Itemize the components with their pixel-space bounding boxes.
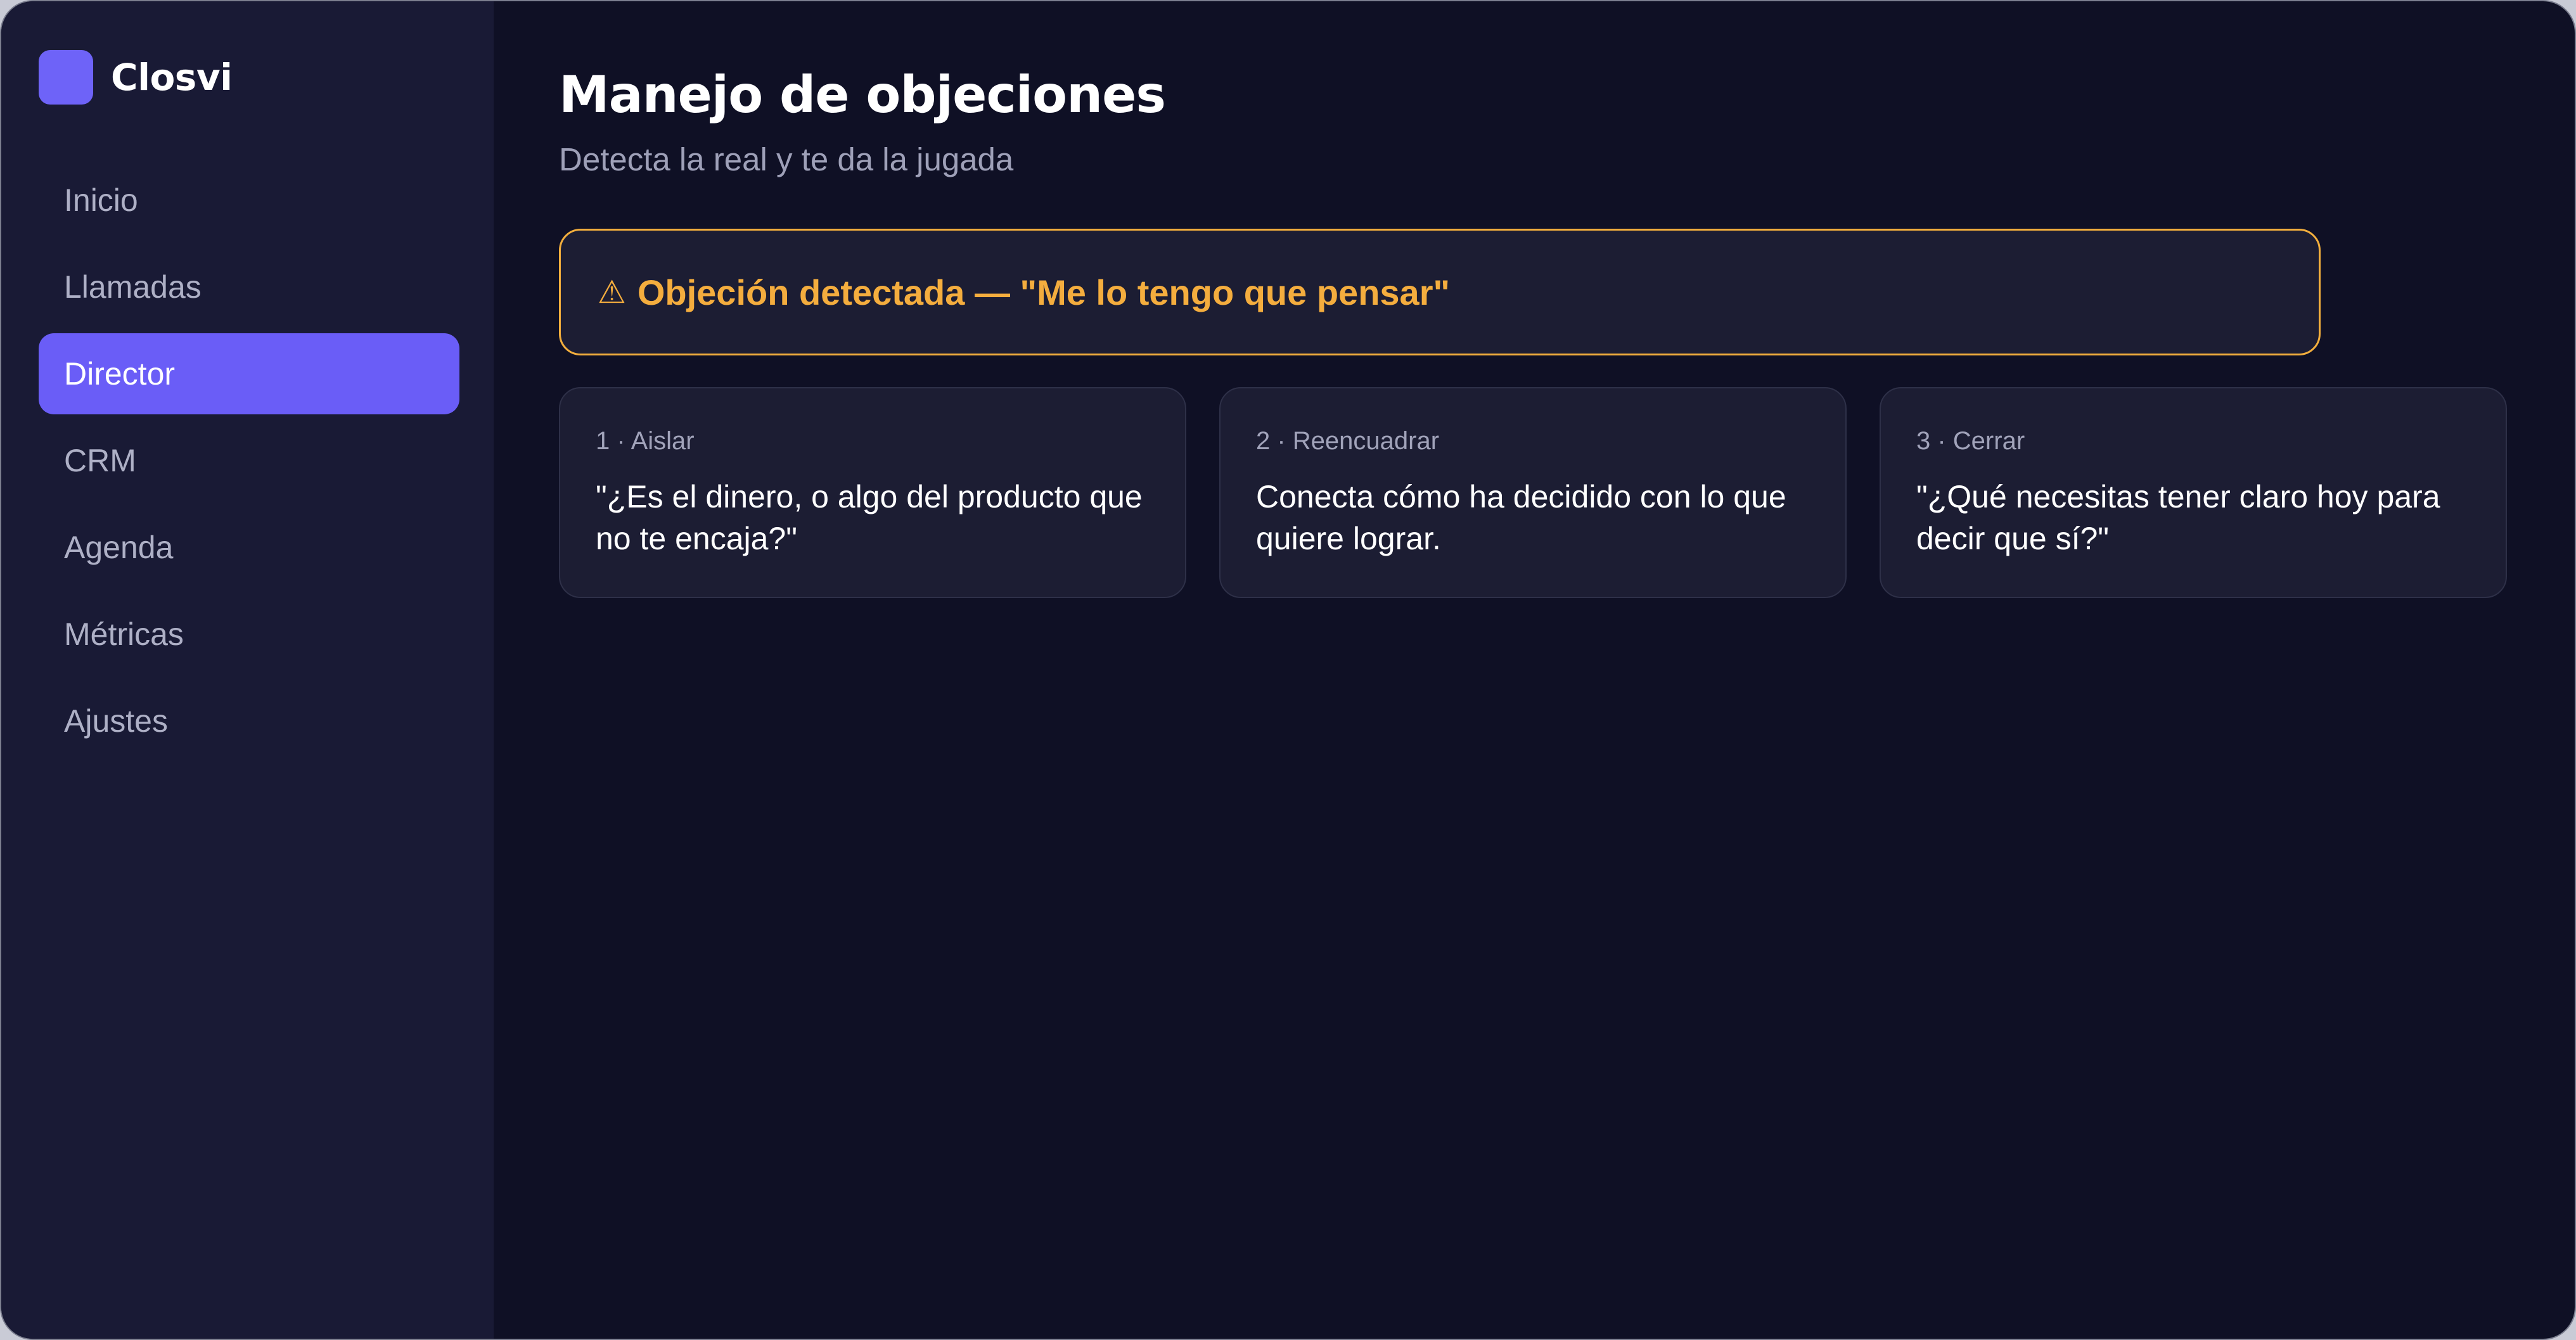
step-card-aislar[interactable]: 1 · Aislar "¿Es el dinero, o algo del pr…: [559, 387, 1186, 598]
objection-alert: ⚠ Objeción detectada — "Me lo tengo que …: [559, 229, 2321, 355]
step-card-text: "¿Es el dinero, o algo del producto que …: [596, 479, 1143, 556]
main-content: Manejo de objeciones Detecta la real y t…: [494, 1, 2575, 1339]
step-card-text: Conecta cómo ha decidido con lo que quie…: [1256, 479, 1786, 556]
brand-name: Closvi: [111, 56, 233, 99]
page-title: Manejo de objeciones: [559, 65, 1166, 124]
step-card-cerrar[interactable]: 3 · Cerrar "¿Qué necesitas tener claro h…: [1880, 387, 2507, 598]
page-subtitle: Detecta la real y te da la jugada: [559, 141, 1014, 177]
sidebar-item-metricas[interactable]: Métricas: [39, 594, 459, 675]
sidebar-item-inicio[interactable]: Inicio: [39, 160, 459, 241]
step-card-text: "¿Qué necesitas tener claro hoy para dec…: [1916, 479, 2440, 556]
step-card-label: 2 · Reencuadrar: [1256, 427, 1440, 455]
step-card-label: 3 · Cerrar: [1916, 427, 2025, 455]
sidebar: Closvi Inicio Llamadas Director CRM Agen…: [1, 1, 494, 1339]
step-card-reencuadrar[interactable]: 2 · Reencuadrar Conecta cómo ha decidido…: [1219, 387, 1847, 598]
logo-icon: [39, 50, 93, 105]
step-cards: 1 · Aislar "¿Es el dinero, o algo del pr…: [559, 387, 2575, 598]
step-card-label: 1 · Aislar: [596, 427, 695, 455]
sidebar-item-director[interactable]: Director: [39, 333, 459, 414]
sidebar-item-ajustes[interactable]: Ajustes: [39, 680, 459, 762]
sidebar-nav: Inicio Llamadas Director CRM Agenda Métr…: [39, 160, 459, 762]
sidebar-item-crm[interactable]: CRM: [39, 420, 459, 501]
app-window: Closvi Inicio Llamadas Director CRM Agen…: [0, 0, 2576, 1340]
warning-icon: ⚠: [598, 274, 626, 310]
sidebar-item-llamadas[interactable]: Llamadas: [39, 246, 459, 328]
sidebar-item-agenda[interactable]: Agenda: [39, 507, 459, 588]
brand[interactable]: Closvi: [39, 46, 459, 109]
objection-alert-text: Objeción detectada — "Me lo tengo que pe…: [637, 272, 1451, 312]
